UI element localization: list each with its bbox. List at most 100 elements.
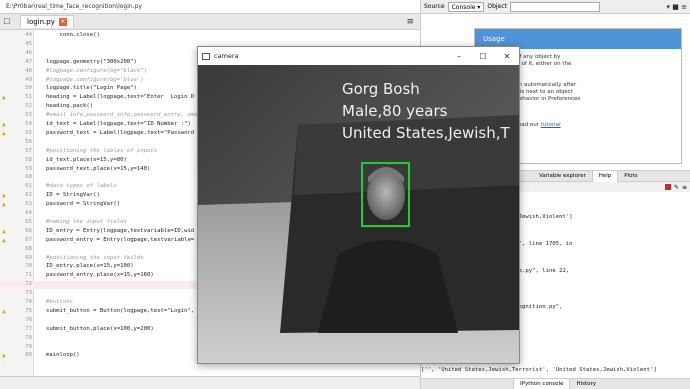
line-number: 56 <box>25 138 32 145</box>
tab-history[interactable]: History <box>570 379 602 389</box>
camera-feed: Gorg Bosh Male,80 years United States,Je… <box>198 65 519 363</box>
overlay-name: Gorg Bosh <box>342 80 420 98</box>
line-number: 47 <box>25 58 32 65</box>
console-tabs: IPython console History <box>421 378 690 389</box>
line-text: logpage.title("Login Page") <box>46 85 137 92</box>
help-toolbar: Source Console ▾ Object ▾ ■ ≡ <box>421 0 690 14</box>
line-number: 72 <box>25 281 32 288</box>
line-text: #positioning the lables of inputs <box>46 147 158 154</box>
line-number: 50 <box>25 85 32 92</box>
line-text: #email_info,password_info,password_entry… <box>46 112 198 119</box>
code-line: 44 conn.close() <box>0 32 420 40</box>
line-number: 62 <box>25 192 32 199</box>
line-text: #buttons <box>46 299 73 305</box>
line-text: #logpage.configure(bg="black") <box>46 67 148 74</box>
line-text: id_text.place(x=15,y=80) <box>46 156 127 163</box>
line-number: 79 <box>25 343 32 350</box>
line-text: #data types of labels <box>46 183 117 190</box>
warning-icon[interactable]: ▲ <box>2 192 6 200</box>
line-number: 55 <box>25 129 32 136</box>
console-line: ['', 'United States,Jewish,Terrorist', '… <box>421 367 657 373</box>
line-text: ID_entry.place(x=15,y=100) <box>46 263 134 270</box>
warning-icon[interactable]: ▲ <box>2 201 6 209</box>
line-text: password_entry.place(x=15,y=160) <box>46 272 154 279</box>
line-text: #logpage.configure(bg='blue') <box>46 76 144 83</box>
warning-icon[interactable]: ▲ <box>2 308 6 316</box>
overlay-origin: United States,Jewish,T <box>342 124 510 142</box>
warning-icon[interactable]: ▲ <box>2 130 6 138</box>
line-number: 74 <box>25 299 32 305</box>
minimize-button[interactable]: – <box>447 52 471 61</box>
line-number: 75 <box>25 307 32 314</box>
line-number: 77 <box>25 325 32 332</box>
line-text: mainloop() <box>46 352 80 359</box>
editor-tab-bar: ☐ login.py × ≡ <box>0 14 420 30</box>
overlay-demographics: Male,80 years <box>342 102 448 120</box>
warning-icon[interactable]: ▲ <box>2 228 6 236</box>
line-number: 49 <box>25 76 32 83</box>
line-number: 57 <box>25 147 32 154</box>
line-number: 60 <box>25 174 32 181</box>
line-number: 58 <box>25 156 32 163</box>
line-number: 78 <box>25 334 32 341</box>
line-number: 61 <box>25 183 32 190</box>
line-number: 53 <box>25 112 32 119</box>
line-number: 71 <box>25 272 32 279</box>
window-icon <box>202 52 210 60</box>
stop-icon[interactable] <box>664 184 671 190</box>
line-number: 66 <box>25 227 32 234</box>
line-number: 80 <box>25 352 32 359</box>
horizontal-scrollbar[interactable] <box>0 376 420 389</box>
tutorial-link[interactable]: tutorial <box>541 122 561 128</box>
console-menu-icon[interactable]: ≡ <box>682 184 687 191</box>
source-select[interactable]: Console ▾ <box>447 1 485 12</box>
wrench-icon[interactable]: ✎ <box>674 184 679 191</box>
line-text: conn.close() <box>46 32 100 38</box>
source-label: Source <box>424 3 445 10</box>
line-number: 63 <box>25 201 32 208</box>
line-text: password_entry = Entry(logpage,textvaria… <box>46 236 195 243</box>
close-tab-icon[interactable]: × <box>58 18 67 26</box>
close-button[interactable]: ✕ <box>495 52 519 61</box>
object-input[interactable] <box>509 1 600 12</box>
line-text: password = StringVar() <box>46 201 121 208</box>
line-text: id_text = Label(logpage,text="ID Number … <box>46 121 191 127</box>
line-number: 54 <box>25 121 32 127</box>
tab-help[interactable]: Help <box>591 170 619 182</box>
line-text: password_text = Label(logpage,text="Pass… <box>46 129 195 136</box>
maximize-button[interactable]: ☐ <box>471 52 495 61</box>
line-number: 44 <box>25 32 32 38</box>
line-number: 59 <box>25 165 32 172</box>
line-text: submit_button = Button(logpage,text="Log… <box>46 307 195 314</box>
object-label: Object <box>487 3 507 10</box>
tab-ipython-console[interactable]: IPython console <box>513 378 571 389</box>
line-number: 48 <box>25 67 32 74</box>
camera-title: camera <box>214 52 239 60</box>
line-text: ID_entry = Entry(logpage,textvariable=ID… <box>46 227 195 234</box>
line-text: logpage.geometry("300x200") <box>46 58 137 65</box>
line-number: 70 <box>25 263 32 270</box>
line-number: 46 <box>25 49 32 56</box>
tab-plots[interactable]: Plots <box>618 171 643 182</box>
line-number: 65 <box>25 218 32 225</box>
line-text: ID = StringVar() <box>46 192 100 199</box>
warning-icon[interactable]: ▲ <box>2 352 6 360</box>
browse-tabs-icon[interactable]: ☐ <box>0 17 14 26</box>
warning-icon[interactable]: ▲ <box>2 121 6 129</box>
help-options-icon[interactable]: ▾ ■ ≡ <box>667 3 687 11</box>
tab-label: login.py <box>27 18 55 26</box>
warning-icon[interactable]: ▲ <box>2 94 6 102</box>
line-number: 67 <box>25 236 32 243</box>
line-number: 76 <box>25 316 32 323</box>
warning-icon[interactable]: ▲ <box>2 237 6 245</box>
tab-variable-explorer[interactable]: Variable explorer <box>533 171 592 182</box>
spyder-ide-window: E:\Pr0bar\real_time_face_recognition\log… <box>0 0 690 389</box>
editor-options-icon[interactable]: ≡ <box>406 17 414 27</box>
line-text: #naming the input fields <box>46 218 127 225</box>
tab-login-py[interactable]: login.py × <box>20 15 74 28</box>
line-text: #positioning the input feilds <box>46 254 144 261</box>
line-text: submit_button.place(x=100,y=200) <box>46 325 154 332</box>
line-number: 52 <box>25 103 32 110</box>
camera-window: camera – ☐ ✕ Gorg Bosh Male,80 years Uni… <box>197 46 520 364</box>
line-number: 68 <box>25 245 32 252</box>
